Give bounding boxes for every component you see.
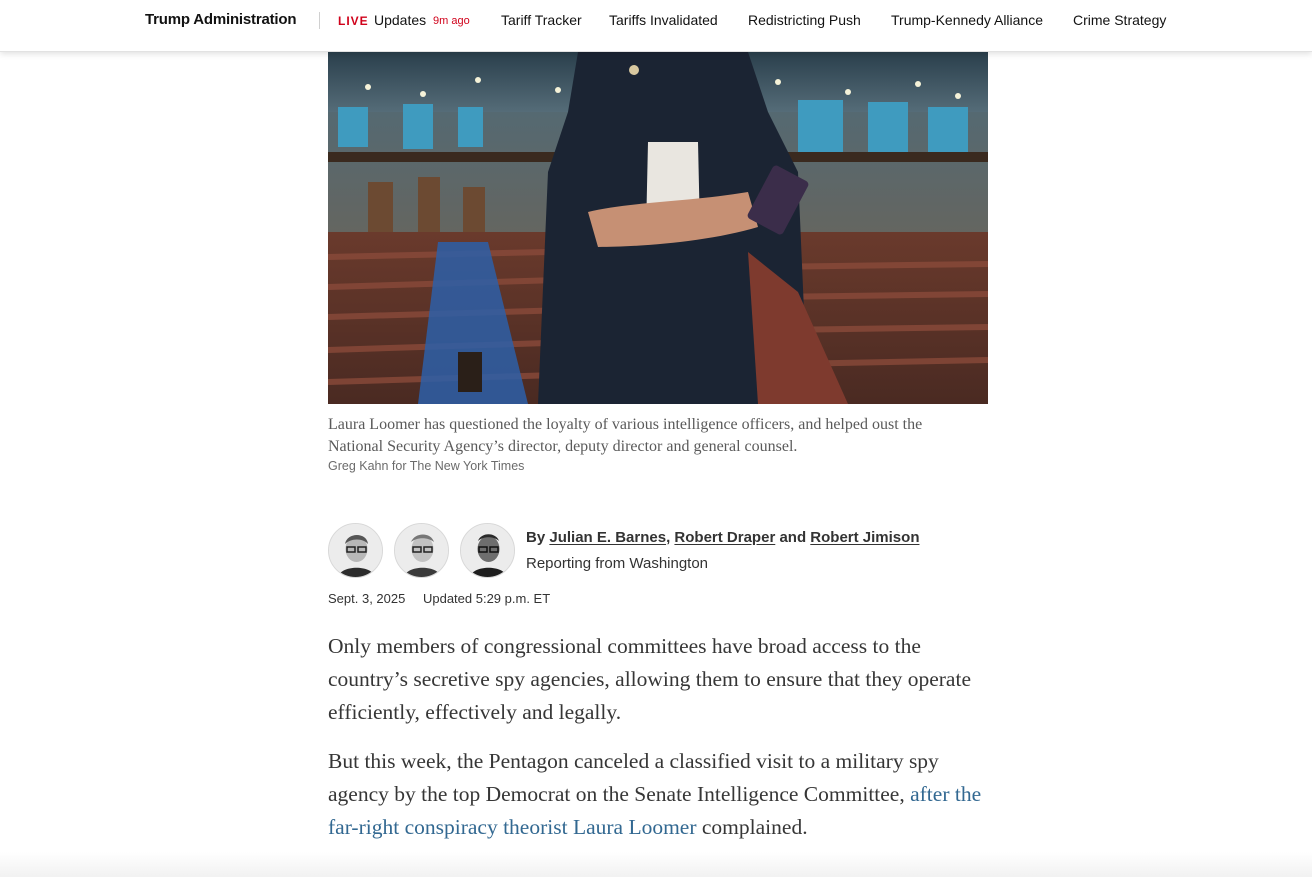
avatar-photo — [461, 524, 514, 577]
nav-divider — [319, 12, 320, 29]
nav-link-tariffs-invalidated[interactable]: Tariffs Invalidated — [609, 12, 718, 28]
article-paragraph-2: But this week, the Pentagon canceled a c… — [328, 745, 988, 844]
article-hero-image — [328, 52, 988, 404]
image-caption: Laura Loomer has questioned the loyalty … — [328, 416, 923, 455]
bottom-fade — [0, 852, 1312, 877]
updates-timestamp: 9m ago — [433, 15, 470, 27]
author-link-barnes[interactable]: Julian E. Barnes — [549, 529, 666, 546]
byline-prefix: By — [526, 529, 546, 546]
hero-photo — [328, 52, 988, 404]
nav-link-redistricting-push[interactable]: Redistricting Push — [748, 12, 861, 28]
section-title-link[interactable]: Trump Administration — [145, 11, 296, 28]
article-dates: Sept. 3, 2025 Updated 5:29 p.m. ET — [328, 591, 564, 606]
author-avatar-jimison[interactable] — [460, 523, 515, 578]
nav-link-tariff-tracker[interactable]: Tariff Tracker — [501, 12, 582, 28]
updated-time: Updated 5:29 p.m. ET — [422, 591, 551, 606]
author-avatar-draper[interactable] — [394, 523, 449, 578]
byline-and: and — [779, 529, 807, 546]
nav-link-crime-strategy[interactable]: Crime Strategy — [1073, 12, 1166, 28]
avatar-photo — [395, 524, 448, 577]
published-date: Sept. 3, 2025 — [328, 591, 406, 606]
live-updates-link[interactable]: Updates — [374, 12, 426, 28]
byline: By Julian E. Barnes, Robert Draper and R… — [526, 529, 919, 546]
nav-link-trump-kennedy-alliance[interactable]: Trump-Kennedy Alliance — [891, 12, 1043, 28]
author-avatar-barnes[interactable] — [328, 523, 383, 578]
article-paragraph-1: Only members of congressional committees… — [328, 634, 971, 724]
image-credit: Greg Kahn for The New York Times — [328, 459, 525, 473]
live-badge[interactable]: LIVE — [338, 14, 369, 28]
reporting-location: Reporting from Washington — [526, 555, 709, 572]
top-nav-bar: Trump Administration LIVE Updates 9m ago… — [0, 0, 1312, 52]
author-link-draper[interactable]: Robert Draper — [674, 529, 775, 546]
avatar-photo — [329, 524, 382, 577]
byline-comma: , — [666, 529, 671, 546]
paragraph-text: But this week, the Pentagon canceled a c… — [328, 749, 939, 806]
author-link-jimison[interactable]: Robert Jimison — [810, 529, 919, 546]
paragraph-text: complained. — [701, 815, 808, 839]
